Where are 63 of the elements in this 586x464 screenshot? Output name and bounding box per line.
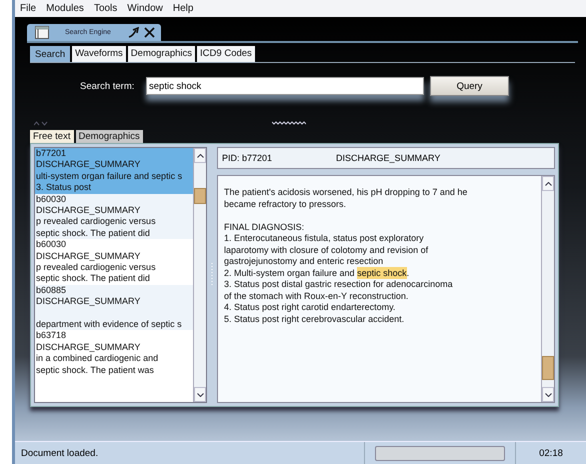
- tab[interactable]: Demographics: [128, 46, 196, 62]
- scroll-up-icon[interactable]: [196, 154, 204, 158]
- result-snippet: septic shock. The patient did: [35, 273, 151, 285]
- close-icon[interactable]: [144, 27, 155, 38]
- result-snippet: ulti-system organ failure and septic s: [35, 170, 184, 182]
- result-type: DISCHARGE_SUMMARY: [35, 296, 142, 308]
- tab[interactable]: Free text: [30, 130, 74, 143]
- status-time: 02:18: [538, 448, 564, 458]
- search-label: Search term:: [80, 80, 136, 92]
- result-pid: b60030: [35, 194, 68, 206]
- scroll-thumb[interactable]: [194, 188, 206, 204]
- scrollbar[interactable]: [193, 148, 206, 402]
- menu-item[interactable]: Window: [127, 3, 163, 14]
- collapse-arrows-icon[interactable]: [34, 120, 48, 126]
- result-snippet: p revealed cardiogenic versus: [35, 216, 157, 228]
- document-line: 4. Status post right carotid endarterectomy.: [224, 302, 396, 314]
- document-type: DISCHARGE_SUMMARY: [336, 153, 440, 163]
- result-pid: b60030: [35, 239, 68, 251]
- undock-icon[interactable]: [128, 27, 140, 38]
- result-snippet: in a combined cardiogenic and: [35, 353, 160, 365]
- window-icon: [35, 26, 49, 39]
- document-line: 3. Status post distal gastric resection for adenocarcinoma: [224, 279, 454, 290]
- query-button[interactable]: Query: [430, 76, 509, 96]
- result-snippet: septic shock. The patient did: [35, 228, 151, 240]
- result-pid: b63718: [35, 330, 68, 342]
- scroll-up-icon[interactable]: [544, 182, 552, 186]
- document-line: laparotomy with closure of colotomy and revision of: [224, 244, 430, 256]
- result-type: DISCHARGE_SUMMARY: [35, 159, 142, 171]
- result-pid: b60885: [35, 284, 68, 296]
- result-item[interactable]: b60885 DISCHARGE_SUMMARY department with evidence of septic s: [35, 284, 193, 330]
- document-line: gastrojejunostomy and enteric resection: [224, 256, 384, 268]
- scroll-thumb[interactable]: [542, 356, 554, 380]
- result-snippet: 3. Status post: [35, 182, 92, 194]
- menu-item[interactable]: Modules: [46, 3, 84, 14]
- result-type: DISCHARGE_SUMMARY: [35, 342, 142, 354]
- document-line: 1. Enterocutaneous fistula, status post exploratory: [224, 233, 425, 244]
- document-line: 2. Multi-system organ failure and septic shock.: [224, 268, 410, 279]
- search-field[interactable]: septic shock: [146, 77, 424, 95]
- document-line: of the stomach with Roux-en-Y reconstruction.: [224, 290, 410, 302]
- result-type: DISCHARGE_SUMMARY: [35, 205, 142, 216]
- document-line: 5. Status post right cerebrovascular accident.: [224, 314, 406, 325]
- document-line: FINAL DIAGNOSIS:: [224, 222, 306, 233]
- scrollbar[interactable]: [541, 176, 554, 402]
- document-line: The patient's acidosis worsened, his pH dropping to 7 and he: [224, 187, 468, 198]
- scroll-down-icon[interactable]: [196, 392, 204, 396]
- document-line: became refractory to pressors.: [224, 198, 348, 210]
- status-message: Document loaded.: [20, 448, 100, 458]
- tab[interactable]: Waveforms: [72, 46, 126, 62]
- document-pid: PID: b77201: [222, 153, 272, 163]
- search-highlight: septic shock: [357, 266, 407, 278]
- result-type: DISCHARGE_SUMMARY: [35, 250, 142, 262]
- result-snippet: septic shock. The patient was: [35, 364, 155, 376]
- tab[interactable]: Demographics: [76, 130, 143, 143]
- result-snippet: department with evidence of septic s: [35, 319, 183, 330]
- tab[interactable]: Search: [30, 46, 70, 62]
- splitter-grip-icon[interactable]: [272, 121, 306, 125]
- menu-item[interactable]: Help: [172, 3, 194, 14]
- tab[interactable]: ICD9 Codes: [197, 46, 255, 62]
- result-pid: b77201: [35, 148, 68, 160]
- menu-item[interactable]: Tools: [94, 3, 118, 14]
- result-snippet: p revealed cardiogenic versus: [35, 262, 157, 274]
- scroll-down-icon[interactable]: [544, 392, 552, 396]
- menu-item[interactable]: File: [20, 3, 36, 14]
